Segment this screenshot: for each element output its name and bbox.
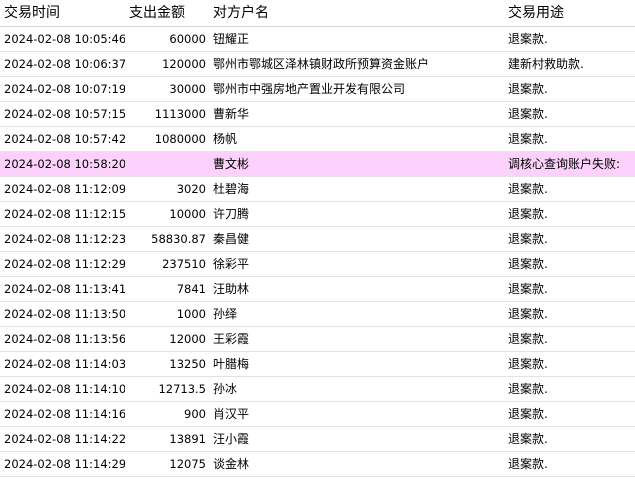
cell-use[interactable]: 退案款. [504, 76, 635, 102]
table-row[interactable]: 2024-02-08 11:12:23 58830.87 秦昌健 退案款. [0, 226, 635, 252]
cell-party[interactable]: 叶腊梅 [209, 351, 504, 377]
cell-amount[interactable]: 12075 [125, 451, 209, 477]
column-header-use[interactable]: 交易用途 [504, 0, 635, 27]
cell-amount[interactable]: 1000 [125, 301, 209, 327]
cell-use[interactable]: 建新村救助款. [504, 51, 635, 77]
cell-time[interactable]: 2024-02-08 10:06:37 [0, 51, 125, 77]
cell-time[interactable]: 2024-02-08 10:07:19 [0, 76, 125, 102]
cell-time[interactable]: 2024-02-08 11:12:23 [0, 226, 125, 252]
table-row[interactable]: 2024-02-08 11:14:22 13891 汪小霞 退案款. [0, 426, 635, 452]
column-header-time[interactable]: 交易时间 [0, 0, 125, 27]
cell-party[interactable]: 孙绎 [209, 301, 504, 327]
table-row[interactable]: 2024-02-08 11:14:16 900 肖汉平 退案款. [0, 401, 635, 427]
cell-time[interactable]: 2024-02-08 10:58:20 [0, 151, 125, 177]
cell-party[interactable]: 鄂州市鄂城区泽林镇财政所预算资金账户 [209, 51, 504, 77]
table-row[interactable]: 2024-02-08 11:13:56 12000 王彩霞 退案款. [0, 326, 635, 352]
cell-time[interactable]: 2024-02-08 11:13:56 [0, 326, 125, 352]
cell-time[interactable]: 2024-02-08 11:14:10 [0, 376, 125, 402]
cell-party[interactable]: 许刀腾 [209, 201, 504, 227]
cell-amount[interactable]: 10000 [125, 201, 209, 227]
table-row[interactable]: 2024-02-08 10:57:42 1080000 杨帆 退案款. [0, 126, 635, 152]
cell-use[interactable]: 退案款. [504, 176, 635, 202]
cell-time[interactable]: 2024-02-08 11:12:15 [0, 201, 125, 227]
table-row[interactable]: 2024-02-08 11:14:10 12713.5 孙冰 退案款. [0, 376, 635, 402]
cell-amount[interactable]: 12000 [125, 326, 209, 352]
cell-amount[interactable]: 1113000 [125, 101, 209, 127]
cell-party[interactable]: 汪助林 [209, 276, 504, 302]
cell-party[interactable]: 钮耀正 [209, 26, 504, 52]
cell-party[interactable]: 肖汉平 [209, 401, 504, 427]
cell-time[interactable]: 2024-02-08 11:12:29 [0, 251, 125, 277]
cell-party[interactable]: 杜碧海 [209, 176, 504, 202]
cell-amount[interactable]: 237510 [125, 251, 209, 277]
table-row[interactable]: 2024-02-08 10:07:19 30000 鄂州市中强房地产置业开发有限公司… [0, 76, 635, 102]
column-header-amount[interactable]: 支出金额 [125, 0, 209, 27]
cell-use[interactable]: 退案款. [504, 401, 635, 427]
cell-use[interactable]: 退案款. [504, 326, 635, 352]
cell-use[interactable]: 退案款. [504, 351, 635, 377]
cell-party[interactable]: 鄂州市中强房地产置业开发有限公司 [209, 76, 504, 102]
cell-party[interactable]: 汪小霞 [209, 426, 504, 452]
cell-use[interactable]: 退案款. [504, 251, 635, 277]
cell-party[interactable]: 王彩霞 [209, 326, 504, 352]
header-row: 交易时间 支出金额 对方户名 交易用途 [0, 0, 635, 27]
cell-amount[interactable]: 12713.5 [125, 376, 209, 402]
cell-amount[interactable]: 58830.87 [125, 226, 209, 252]
table-row[interactable]: 2024-02-08 10:57:15 1113000 曹新华 退案款. [0, 101, 635, 127]
cell-party[interactable]: 秦昌健 [209, 226, 504, 252]
cell-use[interactable]: 调核心查询账户失败: [504, 151, 635, 177]
cell-amount[interactable]: 7841 [125, 276, 209, 302]
cell-use[interactable]: 退案款. [504, 201, 635, 227]
table-row[interactable]: 2024-02-08 11:14:29 12075 谈金林 退案款. [0, 451, 635, 477]
cell-time[interactable]: 2024-02-08 11:12:09 [0, 176, 125, 202]
cell-amount[interactable]: 60000 [125, 26, 209, 52]
table-row[interactable]: 2024-02-08 11:13:41 7841 汪助林 退案款. [0, 276, 635, 302]
cell-amount[interactable]: 3020 [125, 176, 209, 202]
column-header-party[interactable]: 对方户名 [209, 0, 504, 27]
cell-time[interactable]: 2024-02-08 10:57:15 [0, 101, 125, 127]
table-row[interactable]: 2024-02-08 11:12:29 237510 徐彩平 退案款. [0, 251, 635, 277]
cell-use[interactable]: 退案款. [504, 276, 635, 302]
cell-party[interactable]: 杨帆 [209, 126, 504, 152]
cell-use[interactable]: 退案款. [504, 226, 635, 252]
cell-use[interactable]: 退案款. [504, 126, 635, 152]
cell-party[interactable]: 谈金林 [209, 451, 504, 477]
cell-use[interactable]: 退案款. [504, 26, 635, 52]
cell-party[interactable]: 徐彩平 [209, 251, 504, 277]
cell-time[interactable]: 2024-02-08 11:14:29 [0, 451, 125, 477]
table-row[interactable]: 2024-02-08 11:12:15 10000 许刀腾 退案款. [0, 201, 635, 227]
cell-amount[interactable]: 120000 [125, 51, 209, 77]
cell-use[interactable]: 退案款. [504, 451, 635, 477]
cell-use[interactable]: 退案款. [504, 376, 635, 402]
spreadsheet-view: 交易时间 支出金额 对方户名 交易用途 2024-02-08 10:05:46 6… [0, 0, 635, 496]
cell-time[interactable]: 2024-02-08 11:14:16 [0, 401, 125, 427]
table-row[interactable]: 2024-02-08 10:06:37 120000 鄂州市鄂城区泽林镇财政所预算资… [0, 51, 635, 77]
cell-use[interactable]: 退案款. [504, 426, 635, 452]
table-row[interactable]: 2024-02-08 11:12:09 3020 杜碧海 退案款. [0, 176, 635, 202]
table-row[interactable]: 2024-02-08 11:13:50 1000 孙绎 退案款. [0, 301, 635, 327]
cell-use[interactable]: 退案款. [504, 301, 635, 327]
cell-amount[interactable]: 1080000 [125, 126, 209, 152]
cell-amount[interactable]: 13891 [125, 426, 209, 452]
cell-amount[interactable] [125, 151, 209, 177]
cell-time[interactable]: 2024-02-08 10:57:42 [0, 126, 125, 152]
table-row-highlighted[interactable]: 2024-02-08 10:58:20 曹文彬 调核心查询账户失败: [0, 151, 635, 177]
cell-use[interactable]: 退案款. [504, 101, 635, 127]
cell-amount[interactable]: 13250 [125, 351, 209, 377]
table-header: 交易时间 支出金额 对方户名 交易用途 [0, 0, 635, 27]
cell-time[interactable]: 2024-02-08 11:13:50 [0, 301, 125, 327]
table-row[interactable]: 2024-02-08 10:05:46 60000 钮耀正 退案款. [0, 26, 635, 52]
cell-amount[interactable]: 900 [125, 401, 209, 427]
cell-party[interactable]: 孙冰 [209, 376, 504, 402]
transaction-table: 交易时间 支出金额 对方户名 交易用途 2024-02-08 10:05:46 6… [0, 0, 635, 477]
cell-amount[interactable]: 30000 [125, 76, 209, 102]
table-body: 2024-02-08 10:05:46 60000 钮耀正 退案款. 2024-02-0… [0, 26, 635, 477]
cell-time[interactable]: 2024-02-08 11:13:41 [0, 276, 125, 302]
cell-party[interactable]: 曹文彬 [209, 151, 504, 177]
cell-party[interactable]: 曹新华 [209, 101, 504, 127]
cell-time[interactable]: 2024-02-08 10:05:46 [0, 26, 125, 52]
table-row[interactable]: 2024-02-08 11:14:03 13250 叶腊梅 退案款. [0, 351, 635, 377]
cell-time[interactable]: 2024-02-08 11:14:22 [0, 426, 125, 452]
cell-time[interactable]: 2024-02-08 11:14:03 [0, 351, 125, 377]
